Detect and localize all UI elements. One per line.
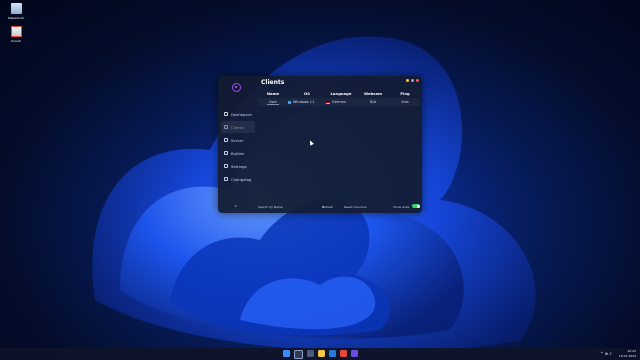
clients-table: Name OS Language Webcam Ping User Window…	[258, 90, 420, 106]
taskbar: ^ ⊕ ♪ 10:22 19.07.2024	[0, 348, 640, 360]
show-alias-toggle[interactable]	[412, 204, 420, 208]
task-view-button[interactable]	[307, 350, 314, 357]
clients-window: Clients Dashboard Clients Server Builder…	[218, 76, 422, 213]
sidebar-item-label: Changelog	[231, 176, 252, 182]
sidebar-item-label: Builder	[231, 150, 245, 156]
column-header-language[interactable]: Language	[326, 91, 356, 96]
collapse-sidebar-icon[interactable]: ▸	[235, 203, 237, 208]
search-button[interactable]	[294, 350, 303, 359]
start-button[interactable]	[283, 350, 290, 357]
file-explorer-icon[interactable]	[318, 350, 325, 357]
reset-columns-button[interactable]: Reset Columns	[344, 205, 366, 209]
minimize-button[interactable]	[406, 79, 409, 82]
clock-date: 19.07.2024	[618, 353, 636, 358]
desktop-icon-label: Unlock	[10, 39, 22, 43]
sidebar-item-builder[interactable]: Builder	[221, 147, 255, 159]
sidebar-item-dashboard[interactable]: Dashboard	[221, 108, 255, 120]
app-icon[interactable]	[351, 350, 358, 357]
changelog-icon	[224, 177, 228, 181]
system-tray-icons[interactable]: ^ ⊕ ♪	[600, 351, 612, 356]
desktop-icon-label: Papierkorb	[8, 16, 24, 20]
sidebar-item-clients[interactable]: Clients	[221, 121, 255, 133]
clients-icon	[224, 125, 228, 129]
table-header: Name OS Language Webcam Ping	[258, 90, 420, 96]
search-input[interactable]: Search by Name	[258, 205, 283, 209]
page-title: Clients	[261, 79, 285, 86]
edge-icon[interactable]	[329, 350, 336, 357]
german-flag-icon	[326, 100, 330, 104]
taskbar-apps	[283, 350, 358, 359]
column-header-ping[interactable]: Ping	[390, 91, 420, 96]
builder-icon	[224, 151, 228, 155]
show-alias-label: Show Alias	[393, 205, 410, 209]
sidebar-item-label: Settings	[231, 163, 247, 169]
cleanup-icon	[10, 26, 22, 37]
sidebar-item-settings[interactable]: Settings	[221, 160, 255, 172]
column-header-name[interactable]: Name	[258, 91, 288, 96]
windows-logo-icon	[288, 100, 291, 104]
sidebar-item-label: Dashboard	[231, 111, 252, 117]
desktop-icon-unlock[interactable]: Unlock	[1, 26, 31, 43]
refresh-label: Refresh	[322, 205, 334, 209]
window-controls	[406, 79, 419, 82]
column-header-os[interactable]: OS	[288, 91, 326, 96]
cell-name: User	[258, 100, 288, 105]
desktop-icon-recycle[interactable]: Papierkorb	[1, 3, 31, 20]
chrome-icon[interactable]	[340, 350, 347, 357]
sidebar-item-label: Clients	[231, 124, 244, 130]
table-row[interactable]: User Windows 11 German N/A 0ms	[258, 98, 420, 106]
app-logo-icon	[232, 83, 241, 92]
recycle-bin-icon	[10, 3, 22, 14]
cell-webcam: N/A	[369, 100, 377, 104]
server-icon	[224, 138, 228, 142]
cell-ping: 0ms	[401, 100, 409, 104]
client-name-value: User	[267, 100, 279, 105]
sidebar-item-changelog[interactable]: Changelog	[221, 173, 255, 185]
cell-os: Windows 11	[288, 100, 326, 104]
close-button[interactable]	[416, 79, 419, 82]
sidebar-item-label: Server	[231, 137, 244, 143]
gear-icon	[224, 164, 228, 168]
home-icon	[224, 112, 228, 116]
maximize-button[interactable]	[411, 79, 414, 82]
sidebar: Dashboard Clients Server Builder Setting…	[221, 108, 255, 186]
cell-language: German	[326, 100, 356, 104]
client-language-value: German	[332, 100, 347, 104]
column-header-webcam[interactable]: Webcam	[356, 91, 390, 96]
clock[interactable]: 10:22 19.07.2024	[619, 349, 636, 358]
sidebar-item-server[interactable]: Server	[221, 134, 255, 146]
client-os-value: Windows 11	[293, 100, 315, 104]
